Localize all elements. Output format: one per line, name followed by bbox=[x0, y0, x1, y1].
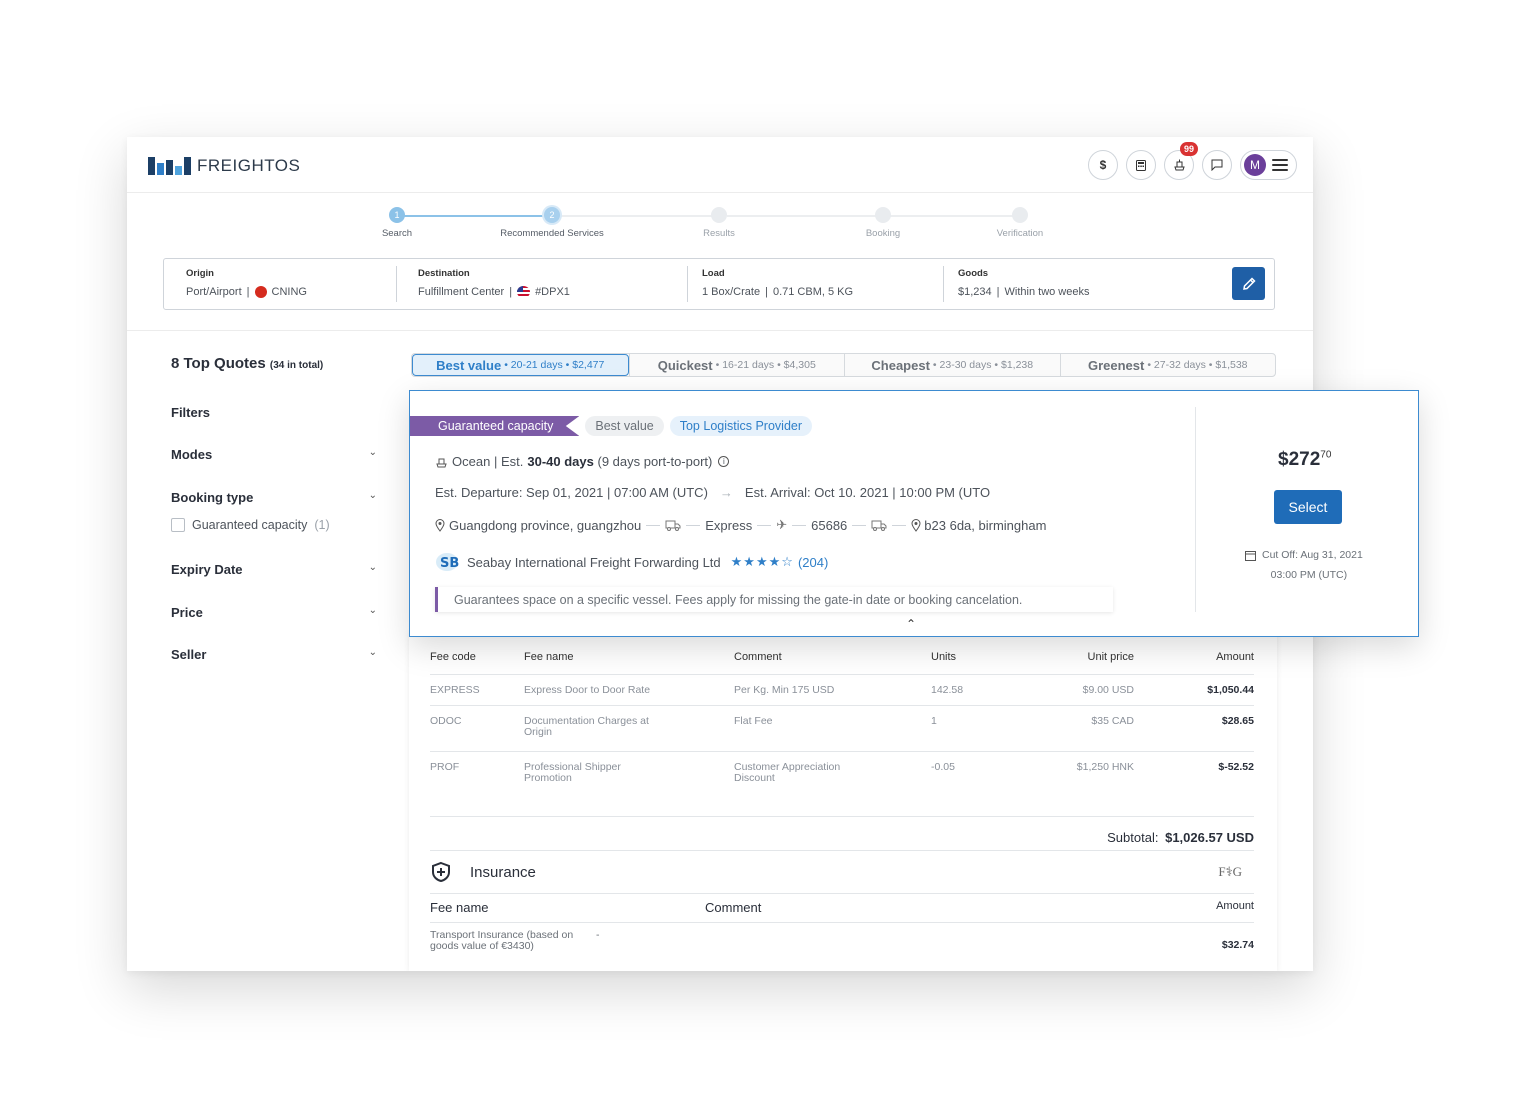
fee-table: Fee code Fee name Comment Units Unit pri… bbox=[430, 651, 1254, 802]
arrow-right-icon: → bbox=[719, 485, 733, 500]
reviews-link[interactable]: (204) bbox=[798, 555, 828, 570]
quote-tags: Guaranteed capacity Best value Top Logis… bbox=[410, 416, 813, 436]
divider bbox=[1195, 407, 1196, 612]
guaranteed-capacity-checkbox[interactable]: Guaranteed capacity (1) bbox=[171, 518, 330, 532]
step-search[interactable]: 1 Search bbox=[337, 207, 457, 239]
cutoff-info: Cut Off: Aug 31, 2021 03:00 PM (UTC) bbox=[1245, 545, 1363, 585]
chevron-down-icon: ⌄ bbox=[368, 647, 377, 658]
top-bar: FREIGHTOS $ 99 M bbox=[127, 137, 1313, 193]
location-pin-icon bbox=[435, 518, 445, 532]
shipments-button[interactable]: 99 bbox=[1164, 142, 1198, 180]
provider-logo-icon: SB bbox=[436, 553, 459, 571]
insurance-table-header: Fee name Comment Amount bbox=[430, 900, 1254, 923]
step-recommended-services[interactable]: 2 Recommended Services bbox=[492, 207, 612, 239]
summary-origin: Origin Port/Airport | CNING bbox=[186, 268, 307, 298]
calculator-icon bbox=[1136, 159, 1146, 171]
filter-modes[interactable]: Modes ⌄ bbox=[171, 447, 377, 462]
location-pin-icon bbox=[911, 518, 921, 532]
summary-destination: Destination Fulfillment Center | #DPX1 bbox=[396, 259, 687, 309]
chevron-down-icon: ⌄ bbox=[368, 562, 377, 573]
plane-icon: ✈ bbox=[776, 517, 788, 532]
svg-text:SB: SB bbox=[440, 556, 459, 571]
chevron-up-icon[interactable]: ⌃ bbox=[906, 617, 916, 631]
filter-expiry-date[interactable]: Expiry Date ⌄ bbox=[171, 562, 377, 577]
guaranteed-capacity-tag: Guaranteed capacity bbox=[410, 416, 580, 436]
user-menu-button[interactable]: M bbox=[1240, 150, 1297, 180]
chevron-down-icon: ⌄ bbox=[368, 447, 377, 458]
table-header: Fee code Fee name Comment Units Unit pri… bbox=[430, 651, 1254, 663]
logo-mark-icon bbox=[148, 157, 191, 175]
schedule-line: Est. Departure: Sep 01, 2021 | 07:00 AM … bbox=[435, 485, 991, 500]
chevron-down-icon: ⌄ bbox=[368, 605, 377, 616]
search-summary: Origin Port/Airport | CNING Destination Fu… bbox=[163, 258, 1275, 310]
ship-icon bbox=[436, 458, 447, 467]
filter-price[interactable]: Price ⌄ bbox=[171, 605, 377, 620]
checkbox[interactable] bbox=[171, 518, 185, 532]
step-booking: Booking bbox=[823, 207, 943, 239]
step-results: Results bbox=[659, 207, 779, 239]
filters-title: Filters bbox=[171, 405, 211, 420]
best-value-tag: Best value bbox=[585, 416, 664, 436]
calculator-button[interactable] bbox=[1126, 150, 1156, 180]
notification-badge: 99 bbox=[1179, 142, 1198, 156]
brand-name: FREIGHTOS bbox=[197, 156, 301, 175]
transit-summary: Ocean | Est. 30-40 days (9 days port-to-p… bbox=[435, 454, 730, 469]
table-row: EXPRESS Express Door to Door Rate Per Kg… bbox=[430, 674, 1254, 705]
china-flag-icon bbox=[254, 286, 267, 298]
sort-tabs: Best value • 20-21 days • $2,477 Quickest… bbox=[411, 353, 1276, 377]
route-line: Guangdong province, guangzhou Express ✈ … bbox=[435, 517, 1046, 533]
chat-icon bbox=[1211, 159, 1223, 171]
filter-seller[interactable]: Seller ⌄ bbox=[171, 647, 377, 662]
info-icon[interactable]: i bbox=[718, 456, 730, 467]
summary-load: Load 1 Box/Crate | 0.71 CBM, 5 KG bbox=[687, 259, 943, 309]
avatar: M bbox=[1244, 154, 1266, 176]
messages-button[interactable] bbox=[1202, 150, 1232, 180]
tab-greenest[interactable]: Greenest • 27-32 days • $1,538 bbox=[1059, 354, 1276, 376]
calendar-icon bbox=[1245, 550, 1256, 561]
tab-quickest[interactable]: Quickest • 16-21 days • $4,305 bbox=[628, 354, 845, 376]
insurer-logo: F⚕G bbox=[1218, 864, 1242, 879]
tab-best-value[interactable]: Best value • 20-21 days • $2,477 bbox=[412, 354, 629, 376]
insurance-header: Insurance F⚕G bbox=[430, 850, 1254, 894]
summary-goods: Goods $1,234 | Within two weeks bbox=[943, 259, 1193, 309]
divider bbox=[127, 330, 1313, 331]
step-verification: Verification bbox=[960, 207, 1080, 239]
filters-sidebar: 8 Top Quotes (34 in total) Filters Modes… bbox=[171, 355, 381, 662]
truck-icon bbox=[665, 520, 681, 531]
subtotal: Subtotal: $1,026.57 USD bbox=[430, 816, 1254, 845]
top-provider-tag: Top Logistics Provider bbox=[669, 416, 813, 436]
progress-stepper: 1 Search 2 Recommended Services Results Bo… bbox=[127, 207, 1313, 247]
header-actions: $ 99 M bbox=[1088, 142, 1297, 180]
table-row: PROF Professional Shipper Promotion Cust… bbox=[430, 751, 1254, 802]
us-flag-icon bbox=[517, 286, 531, 298]
chevron-down-icon: ⌄ bbox=[368, 490, 377, 501]
quote-price: $27270 bbox=[1278, 449, 1332, 470]
edit-search-button[interactable] bbox=[1232, 267, 1265, 300]
top-quotes-title: 8 Top Quotes (34 in total) bbox=[171, 355, 324, 372]
ship-icon bbox=[1173, 159, 1185, 171]
capacity-note: Guarantees space on a specific vessel. F… bbox=[435, 587, 1113, 612]
filter-booking-type[interactable]: Booking type ⌄ bbox=[171, 490, 377, 505]
provider-name[interactable]: Seabay International Freight Forwarding … bbox=[467, 555, 721, 570]
insurance-title: Insurance bbox=[470, 863, 536, 881]
insurance-row: Transport Insurance (based on goods valu… bbox=[430, 929, 1254, 952]
provider-line: SB Seabay International Freight Forwardi… bbox=[435, 552, 828, 572]
quote-card[interactable]: Guaranteed capacity Best value Top Logis… bbox=[409, 390, 1419, 637]
rating-stars-icon: ★★★★☆ bbox=[730, 554, 794, 569]
shield-plus-icon bbox=[432, 861, 450, 883]
fee-breakdown-panel: Fee code Fee name Comment Units Unit pri… bbox=[409, 632, 1277, 971]
freightos-logo[interactable]: FREIGHTOS bbox=[148, 156, 300, 176]
hamburger-icon bbox=[1272, 159, 1288, 171]
pencil-icon bbox=[1242, 276, 1256, 290]
dollar-icon: $ bbox=[1099, 158, 1107, 172]
tab-cheapest[interactable]: Cheapest • 23-30 days • $1,238 bbox=[844, 354, 1060, 376]
currency-button[interactable]: $ bbox=[1088, 150, 1118, 180]
select-button[interactable]: Select bbox=[1274, 490, 1342, 524]
table-row: ODOC Documentation Charges at Origin Fla… bbox=[430, 705, 1254, 751]
truck-icon bbox=[871, 520, 887, 531]
